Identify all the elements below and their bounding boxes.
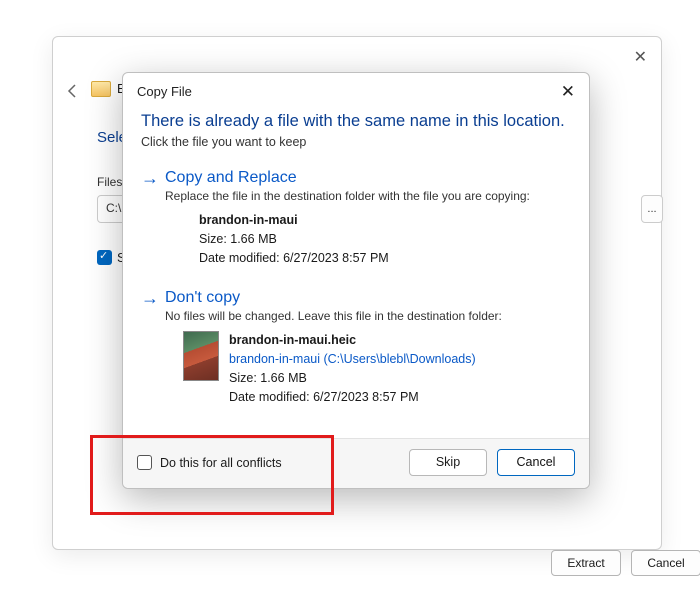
option-dont-copy[interactable]: → Don't copy No files will be changed. L… bbox=[141, 289, 571, 406]
dialog-close-icon[interactable]: ✕ bbox=[561, 83, 575, 100]
dialog-titlebar: Copy File ✕ bbox=[123, 73, 589, 112]
source-file-modified: Date modified: 6/27/2023 8:57 PM bbox=[199, 249, 389, 268]
copy-replace-title: Copy and Replace bbox=[165, 169, 297, 187]
back-icon[interactable] bbox=[65, 83, 81, 102]
extract-button[interactable]: Extract bbox=[551, 550, 621, 576]
dest-file-size: Size: 1.66 MB bbox=[229, 369, 476, 388]
dont-copy-desc: No files will be changed. Leave this fil… bbox=[165, 309, 571, 323]
close-icon[interactable]: ✕ bbox=[634, 47, 647, 67]
dont-copy-title: Don't copy bbox=[165, 289, 240, 307]
do-all-conflicts-checkbox[interactable] bbox=[137, 455, 152, 470]
folder-icon bbox=[91, 81, 111, 97]
arrow-right-icon: → bbox=[141, 169, 159, 187]
file-thumbnail bbox=[183, 331, 219, 381]
wizard-cancel-button[interactable]: Cancel bbox=[631, 550, 700, 576]
source-file-name: brandon-in-maui bbox=[199, 211, 389, 230]
dest-file-name: brandon-in-maui.heic bbox=[229, 331, 476, 350]
skip-button[interactable]: Skip bbox=[409, 449, 487, 476]
dialog-footer: Do this for all conflicts Skip Cancel bbox=[123, 438, 589, 488]
arrow-right-icon: → bbox=[141, 289, 159, 307]
dest-file-block: brandon-in-maui.heic brandon-in-maui (C:… bbox=[183, 331, 571, 406]
dest-file-modified: Date modified: 6/27/2023 8:57 PM bbox=[229, 388, 476, 407]
do-all-conflicts-label: Do this for all conflicts bbox=[160, 456, 282, 470]
dialog-heading: There is already a file with the same na… bbox=[141, 112, 571, 131]
source-file-size: Size: 1.66 MB bbox=[199, 230, 389, 249]
option-copy-replace[interactable]: → Copy and Replace Replace the file in t… bbox=[141, 169, 571, 267]
copy-replace-desc: Replace the file in the destination fold… bbox=[165, 189, 571, 203]
dialog-subheading: Click the file you want to keep bbox=[141, 135, 571, 149]
copy-file-dialog: Copy File ✕ There is already a file with… bbox=[122, 72, 590, 489]
dest-file-link: brandon-in-maui (C:\Users\blebl\Download… bbox=[229, 350, 476, 369]
browse-button[interactable]: ... bbox=[641, 195, 663, 223]
cancel-button[interactable]: Cancel bbox=[497, 449, 575, 476]
show-extracted-checkbox[interactable] bbox=[97, 250, 112, 265]
source-file-block: brandon-in-maui Size: 1.66 MB Date modif… bbox=[199, 211, 571, 267]
dialog-title: Copy File bbox=[137, 84, 192, 99]
